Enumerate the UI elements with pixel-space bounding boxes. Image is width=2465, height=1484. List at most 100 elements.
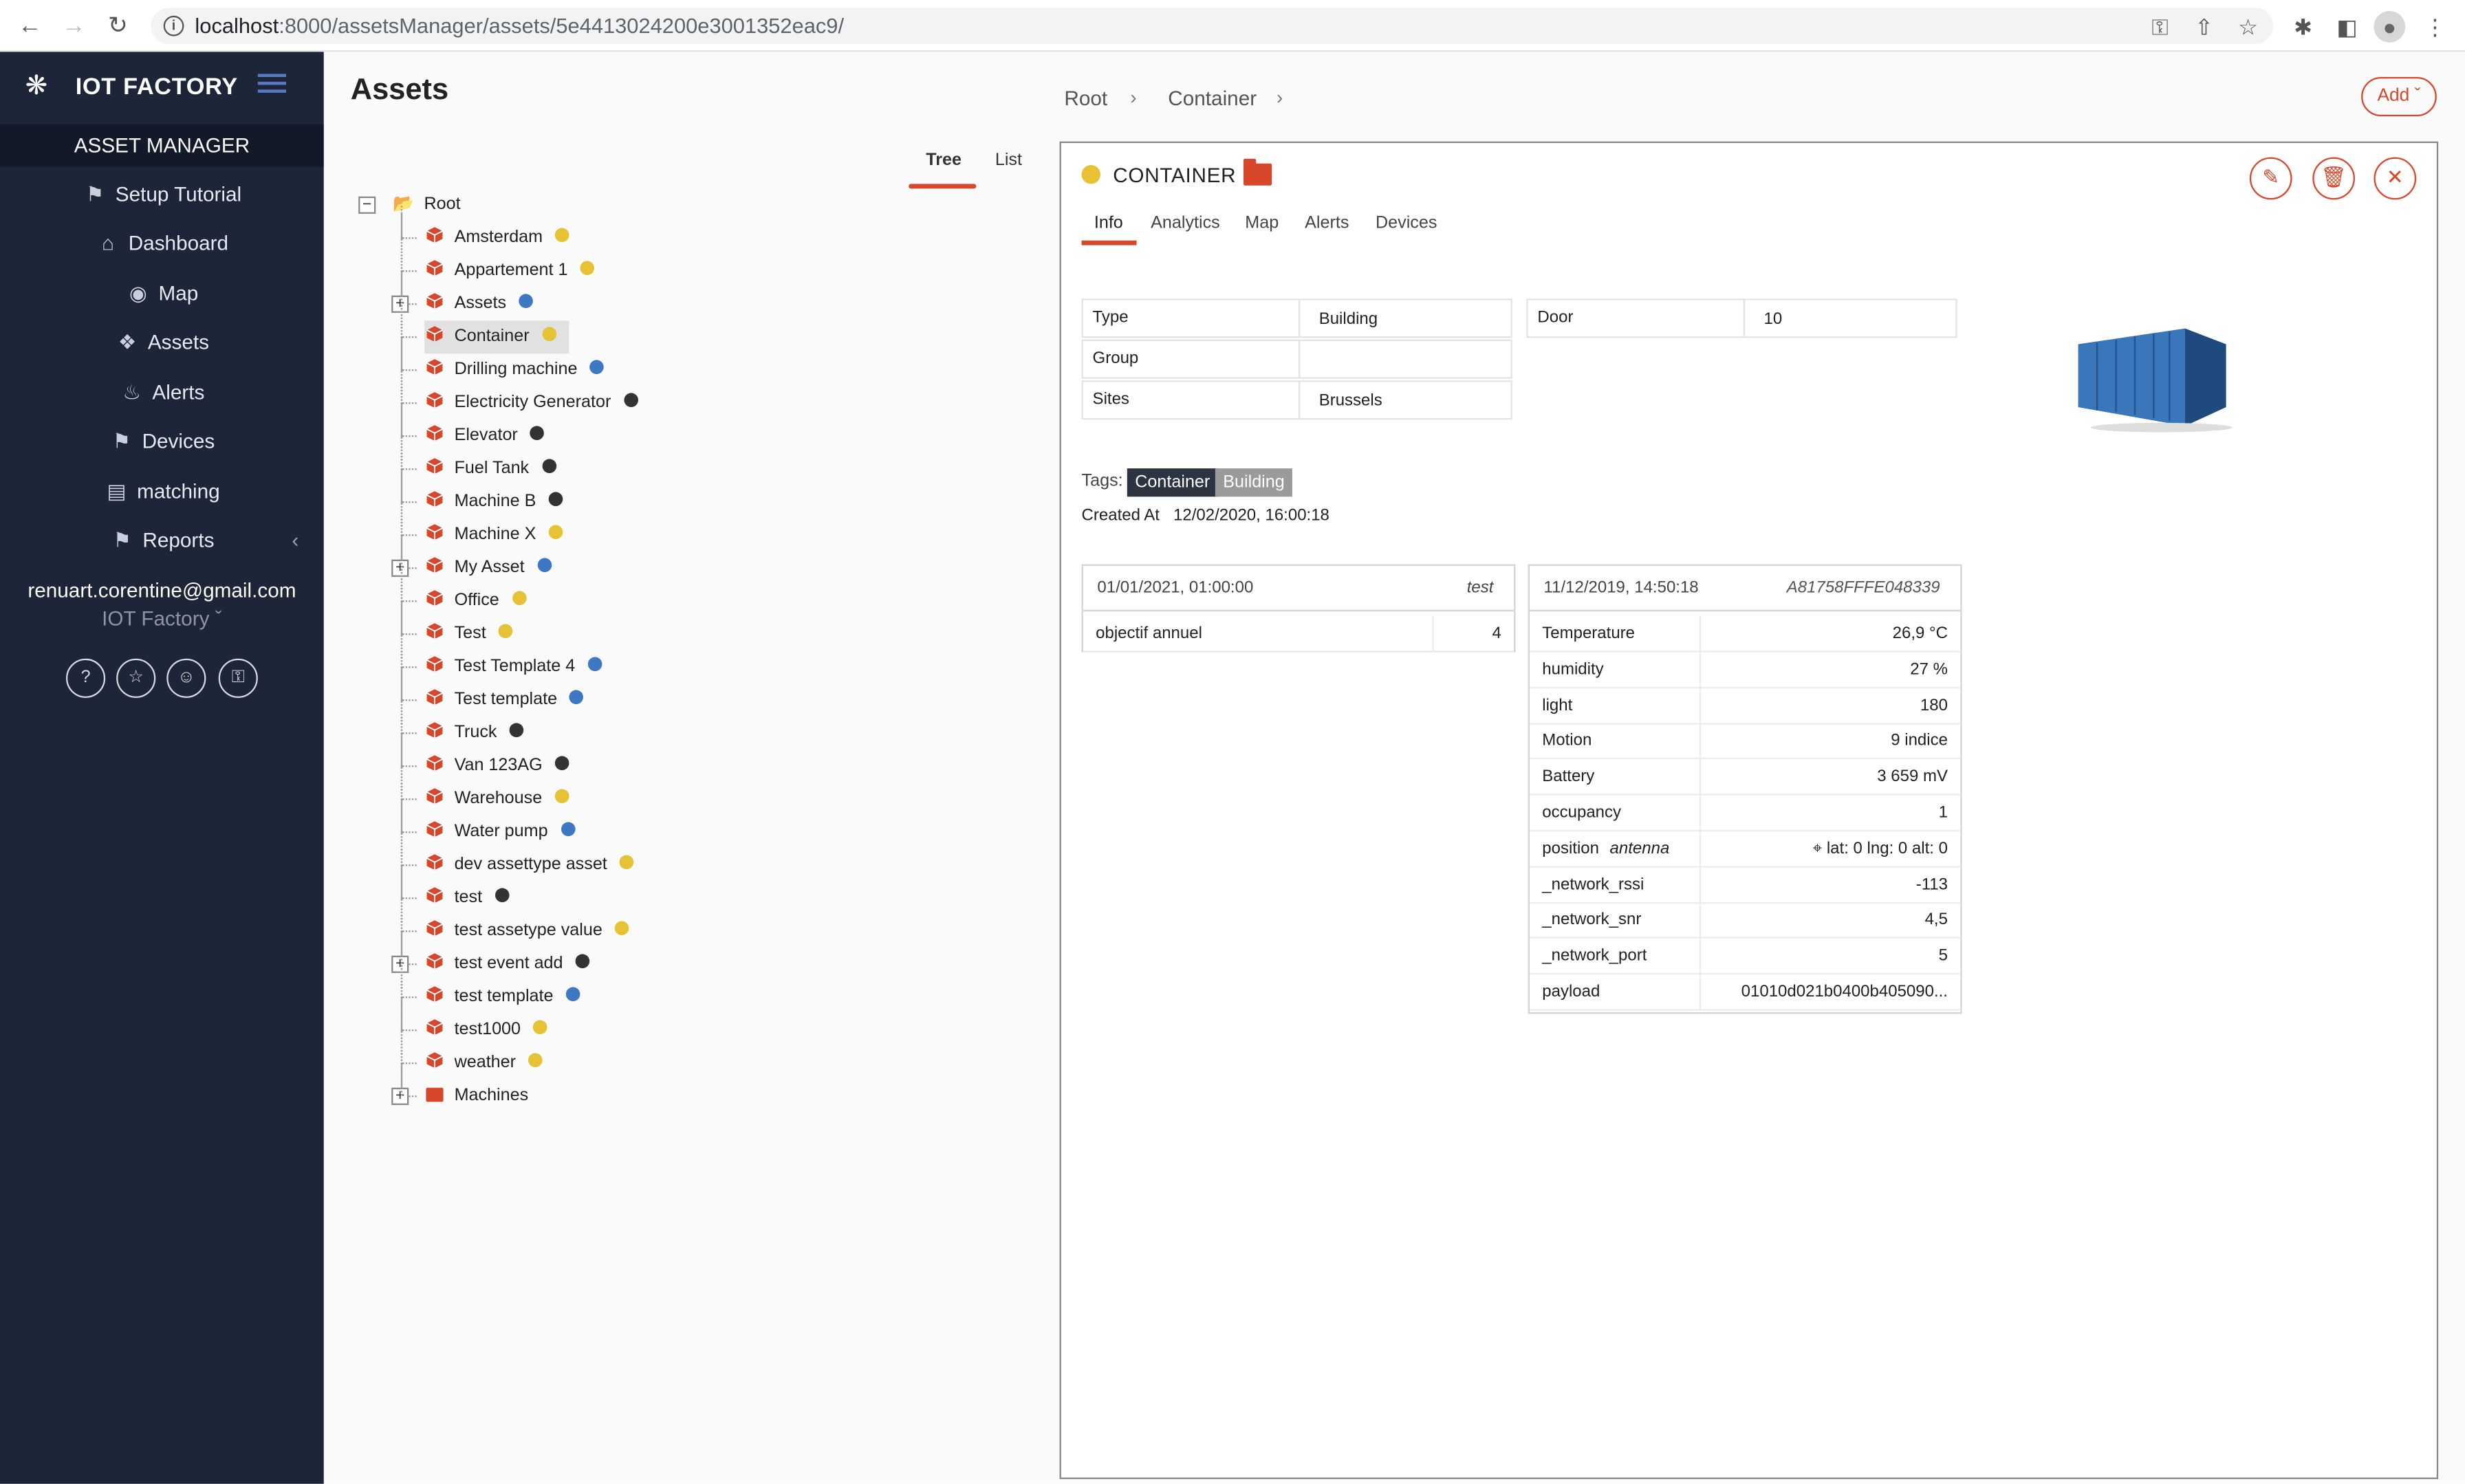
tree-node[interactable]: Machine B bbox=[424, 485, 575, 519]
breadcrumb-container[interactable]: Container bbox=[1168, 87, 1257, 110]
home-icon: ⌂ bbox=[101, 230, 114, 255]
tree-node[interactable]: Warehouse bbox=[424, 783, 581, 816]
tree-node[interactable]: Office bbox=[424, 585, 539, 618]
chevron-left-icon[interactable]: ‹ bbox=[292, 522, 298, 560]
card-header: 01/01/2021, 01:00:00 test bbox=[1083, 566, 1514, 612]
tab-alerts[interactable]: Alerts bbox=[1305, 214, 1349, 232]
table-row: Battery 3 659 mV bbox=[1529, 759, 1961, 796]
sidebar-item-assets[interactable]: ❖ Assets bbox=[0, 324, 324, 362]
sidebar-item-dashboard[interactable]: ⌂ Dashboard bbox=[0, 225, 324, 263]
tree-node[interactable]: Amsterdam bbox=[424, 221, 582, 254]
tab-map[interactable]: Map bbox=[1245, 214, 1279, 232]
sidebar-item-reports[interactable]: ⚑ Reports ‹ bbox=[0, 522, 324, 560]
profile-icon[interactable]: ● bbox=[2374, 10, 2406, 43]
tree-node[interactable]: test assetype value bbox=[424, 915, 642, 948]
expand-toggle[interactable]: + bbox=[391, 1087, 409, 1105]
cube-icon bbox=[426, 223, 443, 243]
table-row: _network_rssi -113 bbox=[1529, 866, 1961, 904]
tag-badge[interactable]: Building bbox=[1215, 468, 1293, 497]
tree-node[interactable]: Assets bbox=[424, 287, 545, 320]
tree-connector bbox=[400, 635, 417, 668]
status-dot bbox=[548, 492, 563, 506]
key-icon[interactable]: ⚿ bbox=[218, 658, 258, 698]
cube-icon bbox=[426, 653, 443, 673]
status-dot bbox=[548, 525, 563, 539]
forward-icon[interactable]: → bbox=[58, 11, 90, 43]
tab-list[interactable]: List bbox=[995, 151, 1022, 169]
edit-button[interactable]: ✎ bbox=[2249, 157, 2292, 200]
prop-key: Sites bbox=[1092, 389, 1129, 409]
tab-tree[interactable]: Tree bbox=[926, 151, 962, 169]
org-selector[interactable]: IOT Factory ˇ bbox=[0, 607, 324, 630]
share-icon[interactable]: ⇧ bbox=[2189, 11, 2220, 43]
tree-node[interactable]: test event add bbox=[424, 948, 602, 981]
briefcase-icon: ▤ bbox=[107, 479, 127, 503]
menu-kebab-icon[interactable]: ⋮ bbox=[2420, 11, 2451, 43]
tree-node[interactable]: Machine X bbox=[424, 519, 575, 552]
address-bar[interactable]: i localhost:8000/assetsManager/assets/5e… bbox=[151, 8, 2274, 44]
sidebar-item-map[interactable]: ◉ Map bbox=[0, 275, 324, 313]
brand-logo[interactable]: ❋ IOT FACTORY bbox=[25, 67, 238, 105]
row-value: 27 % bbox=[1910, 659, 1948, 679]
tree-node[interactable]: Van 123AG bbox=[424, 750, 582, 783]
tree-node[interactable]: weather bbox=[424, 1047, 555, 1080]
tree-node[interactable]: Fuel Tank bbox=[424, 452, 568, 485]
reload-icon[interactable]: ↻ bbox=[102, 11, 134, 43]
tab-info[interactable]: Info bbox=[1094, 214, 1123, 232]
url-path: :8000/assetsManager/assets/5e4413024200e… bbox=[279, 14, 845, 38]
back-icon[interactable]: ← bbox=[14, 11, 46, 43]
tree-node[interactable]: Test bbox=[424, 618, 525, 651]
help-icon[interactable]: ? bbox=[65, 658, 106, 698]
tree-connector bbox=[400, 404, 417, 437]
key-icon[interactable]: ⚿ bbox=[2144, 11, 2176, 43]
breadcrumb-root[interactable]: Root bbox=[1064, 87, 1107, 110]
tree-node[interactable]: dev assettype asset bbox=[424, 849, 647, 882]
add-button[interactable]: Add ˇ bbox=[2361, 76, 2437, 117]
site-info-icon[interactable]: i bbox=[163, 15, 184, 36]
sidebar-item-matching[interactable]: ▤ matching bbox=[0, 473, 324, 511]
delete-button[interactable]: 🗑 bbox=[2312, 157, 2355, 200]
tree-node[interactable]: test template bbox=[424, 981, 593, 1014]
prop-row-door: Door 10 bbox=[1526, 298, 1957, 338]
browser-toolbar: ← → ↻ i localhost:8000/assetsManager/ass… bbox=[0, 0, 2465, 52]
row-value: 9 indice bbox=[1891, 731, 1948, 751]
tree-node[interactable]: Test Template 4 bbox=[424, 651, 614, 684]
tree-connector bbox=[400, 734, 417, 767]
tag-badge[interactable]: Container bbox=[1127, 468, 1218, 497]
sidebar-item-devices[interactable]: ⚑ Devices bbox=[0, 423, 324, 461]
row-value: 5 bbox=[1938, 946, 1948, 965]
status-dot bbox=[560, 822, 575, 836]
tree-node[interactable]: Truck bbox=[424, 717, 536, 750]
tree-node[interactable]: Water pump bbox=[424, 816, 587, 849]
sidebar-item-setup-tutorial[interactable]: ⚑ Setup Tutorial bbox=[0, 176, 324, 214]
row-key: light bbox=[1542, 695, 1573, 715]
collapse-toggle[interactable]: − bbox=[358, 196, 376, 214]
tab-analytics[interactable]: Analytics bbox=[1151, 214, 1220, 232]
cube-icon bbox=[426, 554, 443, 574]
star-icon[interactable]: ☆ bbox=[116, 658, 156, 698]
tree-node[interactable]: My Asset bbox=[424, 552, 564, 585]
tree-node[interactable]: Drilling machine bbox=[424, 353, 616, 386]
close-button[interactable]: ✕ bbox=[2374, 157, 2417, 200]
tree-node[interactable]: Container bbox=[424, 320, 569, 354]
chevron-down-icon: ˇ bbox=[2414, 86, 2421, 106]
sidebar-item-alerts[interactable]: ♨ Alerts bbox=[0, 374, 324, 412]
star-icon[interactable]: ☆ bbox=[2233, 11, 2264, 43]
tree-node[interactable]: Elevator bbox=[424, 419, 557, 452]
tree-node[interactable]: test bbox=[424, 882, 521, 915]
status-dot bbox=[587, 657, 602, 671]
tree-node[interactable]: Machines bbox=[424, 1080, 541, 1113]
tree-connector bbox=[400, 338, 417, 371]
user-icon[interactable]: ☺ bbox=[166, 658, 206, 698]
extensions-icon[interactable]: ✱ bbox=[2288, 11, 2319, 43]
tree-node[interactable]: Test template bbox=[424, 684, 596, 717]
hamburger-icon[interactable] bbox=[257, 74, 286, 93]
tree-node[interactable]: Electricity Generator bbox=[424, 386, 650, 419]
tab-devices[interactable]: Devices bbox=[1376, 214, 1437, 232]
tree-connector bbox=[400, 239, 417, 272]
tree-node[interactable]: test1000 bbox=[424, 1014, 560, 1047]
tree-node-label: Amsterdam bbox=[454, 228, 543, 247]
row-key: objectif annuel bbox=[1096, 624, 1202, 643]
sidepanel-icon[interactable]: ◧ bbox=[2332, 11, 2363, 43]
tree-node[interactable]: Appartement 1 bbox=[424, 254, 607, 287]
